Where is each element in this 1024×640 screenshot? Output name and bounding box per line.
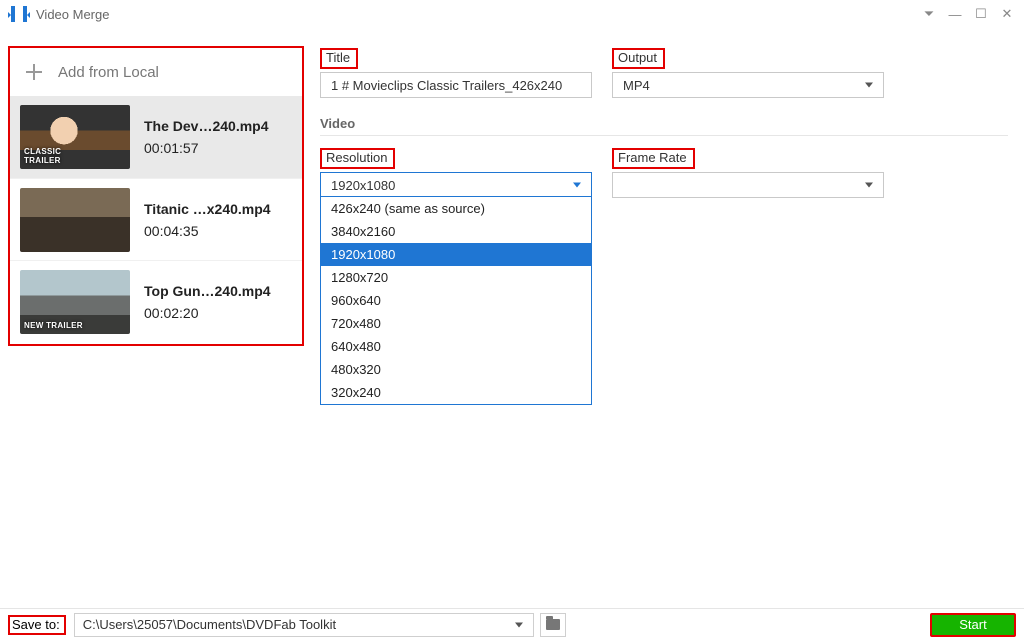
video-thumbnail (20, 188, 130, 252)
resolution-option[interactable]: 3840x2160 (321, 220, 591, 243)
resolution-option[interactable]: 320x240 (321, 381, 591, 404)
video-item[interactable]: Titanic …x240.mp4 00:04:35 (10, 178, 302, 260)
video-thumbnail: NEW TRAILER (20, 270, 130, 334)
video-duration: 00:01:57 (144, 140, 269, 156)
video-section-header: Video (320, 116, 1008, 131)
browse-folder-button[interactable] (540, 613, 566, 637)
save-path-field[interactable] (74, 613, 534, 637)
minimize-button[interactable]: — (946, 5, 964, 23)
thumbnail-tag: CLASSICTRAILER (24, 147, 61, 165)
video-thumbnail: CLASSICTRAILER (20, 105, 130, 169)
output-select[interactable]: MP4 (612, 72, 884, 98)
title-label: Title (320, 48, 358, 69)
add-from-local-button[interactable]: Add from Local (10, 48, 302, 96)
video-item[interactable]: CLASSICTRAILER The Dev…240.mp4 00:01:57 (10, 96, 302, 178)
folder-icon (546, 619, 560, 630)
framerate-label: Frame Rate (612, 148, 695, 169)
resolution-option[interactable]: 960x640 (321, 289, 591, 312)
resolution-option[interactable]: 426x240 (same as source) (321, 197, 591, 220)
video-item[interactable]: NEW TRAILER Top Gun…240.mp4 00:02:20 (10, 260, 302, 342)
chevron-down-icon (515, 622, 523, 627)
chevron-down-icon (865, 83, 873, 88)
close-button[interactable]: ✕ (998, 5, 1016, 23)
resolution-dropdown[interactable]: 426x240 (same as source)3840x21601920x10… (320, 196, 592, 405)
pin-icon[interactable]: ⏷ (920, 5, 938, 23)
save-to-label: Save to: (8, 615, 66, 635)
app-title: Video Merge (36, 7, 109, 22)
title-input[interactable]: 1 # Movieclips Classic Trailers_426x240 (320, 72, 592, 98)
video-name: Titanic …x240.mp4 (144, 201, 271, 217)
video-name: The Dev…240.mp4 (144, 118, 269, 134)
resolution-option[interactable]: 640x480 (321, 335, 591, 358)
framerate-select[interactable] (612, 172, 884, 198)
start-button[interactable]: Start (930, 613, 1016, 637)
maximize-button[interactable]: ☐ (972, 5, 990, 23)
resolution-option[interactable]: 720x480 (321, 312, 591, 335)
resolution-option[interactable]: 1920x1080 (321, 243, 591, 266)
chevron-down-icon (573, 183, 581, 188)
merge-icon (8, 5, 30, 23)
chevron-down-icon (865, 183, 873, 188)
resolution-label: Resolution (320, 148, 395, 169)
plus-icon (24, 62, 44, 82)
thumbnail-tag: NEW TRAILER (24, 321, 83, 330)
resolution-select[interactable]: 1920x1080 (320, 172, 592, 198)
title-bar: Video Merge ⏷ — ☐ ✕ (0, 0, 1024, 28)
resolution-option[interactable]: 1280x720 (321, 266, 591, 289)
video-duration: 00:02:20 (144, 305, 271, 321)
video-duration: 00:04:35 (144, 223, 271, 239)
video-list-panel: Add from Local CLASSICTRAILER The Dev…240… (8, 46, 304, 346)
bottom-bar: Save to: Start (0, 608, 1024, 640)
add-from-local-label: Add from Local (58, 64, 159, 81)
video-name: Top Gun…240.mp4 (144, 283, 271, 299)
output-label: Output (612, 48, 665, 69)
save-path-input[interactable] (75, 617, 533, 632)
settings-form: Title 1 # Movieclips Classic Trailers_42… (320, 46, 1008, 198)
resolution-option[interactable]: 480x320 (321, 358, 591, 381)
